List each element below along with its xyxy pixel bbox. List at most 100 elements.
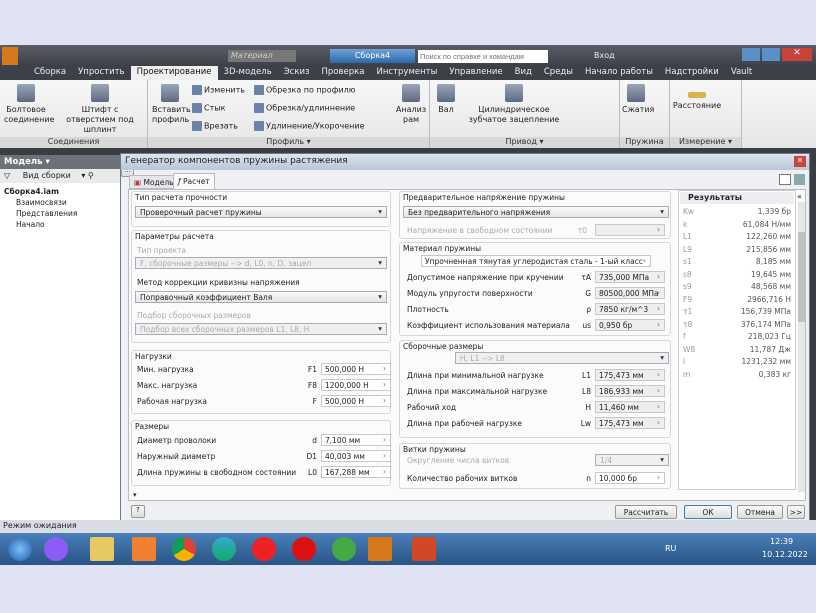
yandex-browser-icon[interactable] <box>252 537 276 561</box>
result-value: 11,787 Дж <box>749 344 791 354</box>
results-scrollbar[interactable] <box>798 202 805 492</box>
tree-item[interactable]: Представления <box>4 208 116 219</box>
project-type-label: Тип проекта <box>137 246 187 255</box>
extend-icon <box>254 103 264 113</box>
expand-arrow[interactable]: ▾ <box>133 491 137 499</box>
field-input[interactable]: 11,460 мм <box>595 401 665 413</box>
tab-model[interactable]: ▣ Модель <box>129 175 179 189</box>
taskbar: RU 12:39 10.12.2022 <box>0 533 816 565</box>
trim-to-frame-button[interactable]: Обрезка по профилю <box>254 85 356 96</box>
tab-calculation[interactable]: ƒ Расчет <box>173 173 215 190</box>
maximize-button[interactable] <box>762 48 780 61</box>
utorrent-icon[interactable] <box>332 537 356 561</box>
filter-icon[interactable]: ▽ <box>4 171 10 180</box>
clock-time[interactable]: 12:39 <box>770 537 793 546</box>
notch-button[interactable]: Врезать <box>192 121 238 132</box>
cancel-button[interactable]: Отмена <box>737 505 783 519</box>
start-button[interactable] <box>8 537 32 561</box>
tree-item[interactable]: Взаимосвязи <box>4 197 116 208</box>
field-input[interactable]: 7,100 мм <box>321 434 391 446</box>
help-search-input[interactable] <box>418 50 548 63</box>
tab-1[interactable]: Упростить <box>72 66 130 80</box>
joint-button[interactable]: Стык <box>192 103 225 114</box>
inventor-taskbar-icon[interactable] <box>368 537 392 561</box>
minimize-button[interactable] <box>742 48 760 61</box>
field-label: Рабочий ход <box>407 403 457 412</box>
help-settings-icon[interactable] <box>794 174 805 185</box>
distance-button[interactable]: Расстояние <box>672 84 722 111</box>
tab-7[interactable]: Управление <box>443 66 508 80</box>
tab-6[interactable]: Инструменты <box>370 66 443 80</box>
tree-item[interactable]: Сборка4.iam <box>4 186 116 197</box>
field-input[interactable]: 0,950 бр <box>595 319 665 331</box>
tab-10[interactable]: Начало работы <box>579 66 659 80</box>
find-icon[interactable]: ▾ ⚲ <box>81 171 93 180</box>
tab-9[interactable]: Среды <box>538 66 579 80</box>
strength-type-select[interactable]: Проверочный расчет пружины <box>135 206 387 218</box>
curvature-method-select[interactable]: Поправочный коэффициент Валя <box>135 291 387 303</box>
tab-11[interactable]: Надстройки <box>659 66 725 80</box>
tab-5[interactable]: Проверка <box>316 66 371 80</box>
field-input[interactable]: 186,933 мм <box>595 385 665 397</box>
tab-4[interactable]: Эскиз <box>278 66 316 80</box>
frame-analysis-button[interactable]: Анализ рам <box>394 84 428 125</box>
more-button[interactable]: >> <box>787 505 805 519</box>
ok-button[interactable]: ОК <box>684 505 732 519</box>
alice-icon[interactable] <box>44 537 68 561</box>
field-input[interactable]: 175,473 мм <box>595 417 665 429</box>
powerpoint-icon[interactable] <box>412 537 436 561</box>
lengthen-shorten-button[interactable]: Удлинение/Укорочение <box>254 121 365 132</box>
field-input[interactable]: 80500,000 МПа <box>595 287 665 299</box>
tab-3[interactable]: 3D-модель <box>218 66 278 80</box>
spur-gear-button[interactable]: Цилиндрическое зубчатое зацепление <box>464 84 564 125</box>
sign-in-link[interactable]: Вход <box>594 51 615 60</box>
assembly-view-select[interactable]: Вид сборки <box>23 171 71 180</box>
field-input[interactable]: 500,000 Н <box>321 395 391 407</box>
group-title: Тип расчета прочности <box>135 193 228 202</box>
collapse-results-icon[interactable]: « <box>797 192 802 201</box>
tree-item[interactable]: Начало <box>4 219 116 230</box>
material-select[interactable]: Материал <box>228 50 296 62</box>
app-logo[interactable] <box>2 47 18 65</box>
help-button[interactable]: ? <box>131 505 145 518</box>
tab-2[interactable]: Проектирование <box>130 66 218 80</box>
tab-8[interactable]: Вид <box>509 66 538 80</box>
browser-toolbar: ▽ Вид сборки ▾ ⚲ <box>0 169 120 183</box>
field-input[interactable]: 7850 кг/м^3 <box>595 303 665 315</box>
tab-12[interactable]: Vault <box>725 66 758 80</box>
field-label: Наружный диаметр <box>137 452 216 461</box>
shaft-button[interactable]: Вал <box>434 84 458 115</box>
dialog-close-button[interactable]: ✕ <box>794 156 806 167</box>
clock-date[interactable]: 10.12.2022 <box>762 550 808 559</box>
field-input[interactable]: 40,003 мм <box>321 450 391 462</box>
bolt-connection-button[interactable]: Болтовое соединение <box>4 84 54 125</box>
coil-count-label: Количество рабочих витков <box>407 474 518 483</box>
pretension-select[interactable]: Без предварительного напряжения <box>403 206 669 218</box>
coil-count-input[interactable]: 10,000 бр <box>595 472 665 484</box>
change-button[interactable]: Изменить <box>192 85 245 96</box>
field-symbol: H <box>585 403 591 412</box>
material-name-field: Упрочненная тянутая углеродистая сталь -… <box>421 255 651 267</box>
document-tab[interactable]: Сборка4 <box>330 49 415 63</box>
browser-title[interactable]: Модель ▾ <box>0 155 120 169</box>
trim-extend-button[interactable]: Обрезка/удлиннение <box>254 103 355 114</box>
chrome-icon[interactable] <box>172 537 196 561</box>
calculate-button[interactable]: Рассчитать <box>615 505 677 519</box>
field-input[interactable]: 1200,000 Н <box>321 379 391 391</box>
compression-spring-button[interactable]: Сжатия <box>622 84 654 115</box>
close-button[interactable]: ✕ <box>782 48 812 61</box>
explorer-icon[interactable] <box>90 537 114 561</box>
panel-drive: Вал Цилиндрическое зубчатое зацепление П… <box>430 80 620 148</box>
media-player-icon[interactable] <box>132 537 156 561</box>
save-template-icon[interactable] <box>779 174 791 185</box>
opera-icon[interactable] <box>292 537 316 561</box>
field-input[interactable]: 167,288 мм <box>321 466 391 478</box>
tab-0[interactable]: Сборка <box>28 66 72 80</box>
clevis-pin-button[interactable]: Штифт с отверстием под шплинт <box>56 84 144 135</box>
language-indicator[interactable]: RU <box>665 544 676 553</box>
edge-icon[interactable] <box>212 537 236 561</box>
field-input[interactable]: 735,000 МПа <box>595 271 665 283</box>
insert-profile-button[interactable]: Вставить профиль <box>152 84 191 125</box>
field-input[interactable]: 175,473 мм <box>595 369 665 381</box>
field-input[interactable]: 500,000 Н <box>321 363 391 375</box>
